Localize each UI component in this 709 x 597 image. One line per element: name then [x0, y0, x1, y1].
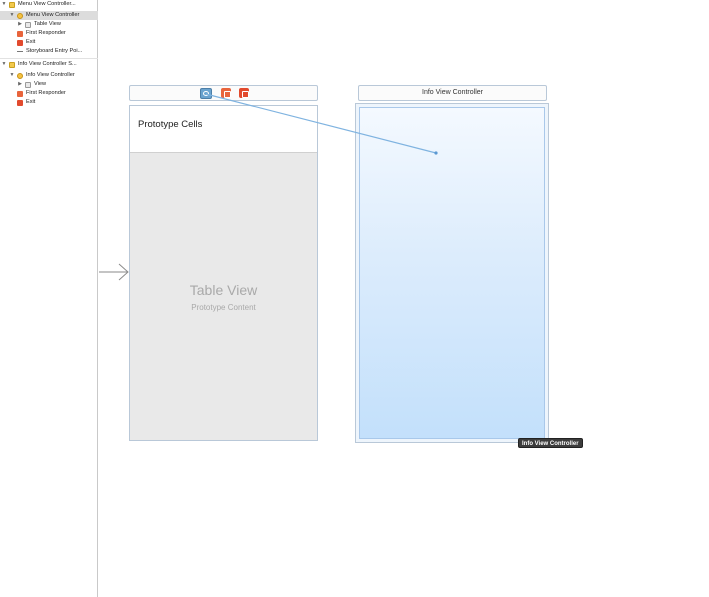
info-view[interactable]	[359, 107, 545, 439]
outline-label: View	[34, 81, 47, 87]
document-outline: ▼ Menu View Controller... ▼ Menu View Co…	[0, 0, 98, 597]
drop-target-tooltip: Info View Controller	[518, 438, 583, 448]
storyboard-canvas[interactable]: Prototype Cells Table View Prototype Con…	[99, 0, 709, 597]
outline-row-storyboard-entry-point[interactable]: Storyboard Entry Poi...	[0, 47, 98, 56]
exit-icon	[17, 39, 23, 46]
view-controller-icon	[17, 72, 23, 79]
outline-row-info-view-controller[interactable]: ▼ Info View Controller	[0, 71, 98, 80]
table-view[interactable]: Table View Prototype Content	[130, 153, 317, 440]
scene-icon	[9, 1, 15, 8]
outline-label: Menu View Controller	[26, 12, 80, 18]
table-view-placeholder-title: Table View	[189, 282, 258, 298]
outline-label: Exit	[26, 99, 36, 105]
view-controller-icon	[17, 12, 23, 19]
view-icon	[25, 81, 31, 88]
outline-label: Info View Controller S...	[18, 61, 77, 67]
info-view-controller-scene[interactable]	[355, 103, 549, 443]
outline-row-menu-view-controller[interactable]: ▼ Menu View Controller	[0, 11, 98, 20]
info-scene-title: Info View Controller	[422, 89, 483, 96]
first-responder-icon	[17, 90, 23, 97]
disclosure-triangle-icon[interactable]: ▼	[9, 71, 15, 80]
outline-row-info-scene[interactable]: ▼ Info View Controller S...	[0, 60, 98, 69]
disclosure-triangle-icon[interactable]: ▶	[17, 20, 23, 29]
outline-row-exit[interactable]: Exit	[0, 38, 98, 47]
first-responder-dock-icon[interactable]	[221, 88, 231, 98]
storyboard-entry-arrow-icon[interactable]	[99, 262, 131, 282]
outline-label: First Responder	[26, 90, 66, 96]
outline-row-first-responder-2[interactable]: First Responder	[0, 89, 98, 98]
outline-row-view[interactable]: ▶ View	[0, 80, 98, 89]
table-view-icon	[25, 21, 31, 28]
outline-label: Exit	[26, 39, 36, 45]
disclosure-triangle-icon[interactable]: ▼	[1, 0, 7, 9]
disclosure-triangle-icon[interactable]: ▶	[17, 80, 23, 89]
scene-icon	[9, 61, 15, 68]
outline-row-table-view[interactable]: ▶ Table View	[0, 20, 98, 29]
exit-dock-icon[interactable]	[239, 88, 249, 98]
outline-row-exit-2[interactable]: Exit	[0, 98, 98, 107]
prototype-cells-label: Prototype Cells	[138, 119, 203, 130]
outline-label: First Responder	[26, 30, 66, 36]
outline-label: Info View Controller	[26, 72, 75, 78]
view-controller-dock-icon[interactable]	[200, 88, 212, 99]
disclosure-triangle-icon[interactable]: ▼	[1, 60, 7, 69]
outline-row-menu-scene[interactable]: ▼ Menu View Controller...	[0, 0, 98, 9]
menu-scene-dock[interactable]	[129, 85, 318, 101]
prototype-cells-header[interactable]: Prototype Cells	[130, 106, 317, 153]
info-scene-dock[interactable]: Info View Controller	[358, 85, 547, 101]
menu-view-controller-scene[interactable]: Prototype Cells Table View Prototype Con…	[129, 105, 318, 441]
entry-arrow-icon	[17, 49, 23, 55]
outline-label: Menu View Controller...	[18, 1, 76, 7]
disclosure-triangle-icon[interactable]: ▼	[9, 11, 15, 20]
outline-separator	[0, 58, 98, 59]
exit-icon	[17, 99, 23, 106]
outline-label: Table View	[34, 21, 61, 27]
outline-label: Storyboard Entry Poi...	[26, 48, 83, 54]
first-responder-icon	[17, 30, 23, 37]
table-view-placeholder-subtitle: Prototype Content	[191, 303, 256, 312]
outline-row-first-responder[interactable]: First Responder	[0, 29, 98, 38]
